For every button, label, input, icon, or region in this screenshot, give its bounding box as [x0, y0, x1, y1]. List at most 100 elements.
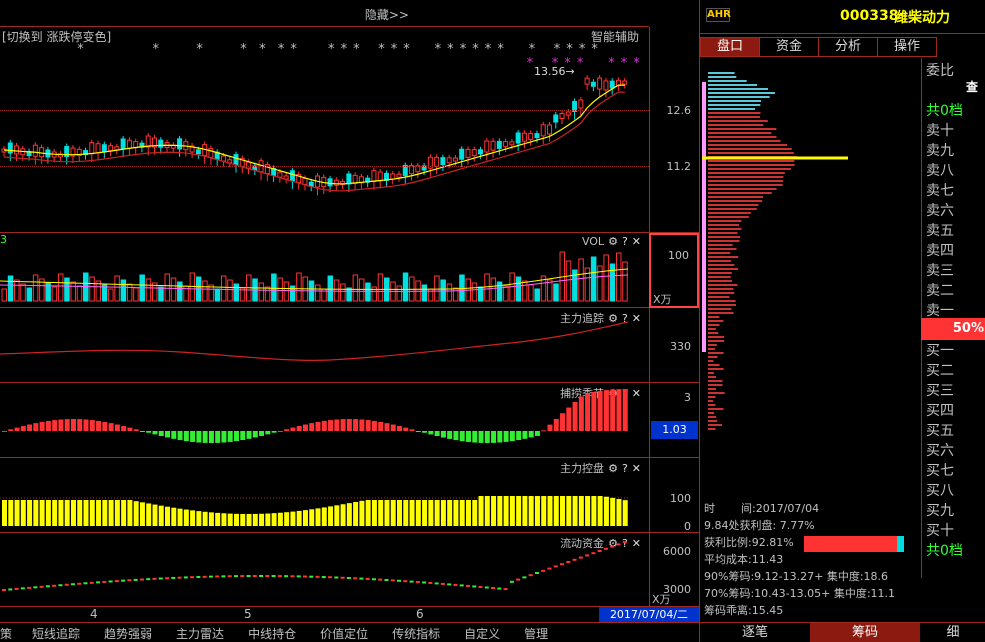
kongpan-bar [247, 514, 252, 526]
liudong-point [341, 577, 345, 579]
candle [591, 79, 595, 91]
volume-bar [453, 288, 458, 301]
volume-bar [284, 282, 289, 301]
tab-short-track[interactable]: 短线追踪 [32, 623, 80, 642]
tab-xi[interactable]: 细 [920, 623, 985, 642]
tab-zhubi[interactable]: 逐笔 [700, 623, 810, 642]
tab-fenxi[interactable]: 分析 [818, 37, 878, 57]
chip-bar [708, 180, 783, 182]
buzhuo-bar [265, 431, 270, 434]
volume-bar [497, 282, 502, 301]
candle [522, 130, 526, 148]
star-mark: * [378, 42, 385, 57]
chip-bar [708, 288, 733, 290]
chip-bar [708, 168, 791, 170]
tab-caozuo[interactable]: 操作 [877, 37, 937, 57]
liudong-point [15, 588, 19, 590]
buzhuo-panel[interactable]: 捕捞季节⚙?✕ [0, 383, 649, 458]
chip-bar [708, 236, 740, 238]
vol-axis: 100 X万 [649, 233, 699, 308]
chip-bar [708, 240, 739, 242]
liudong-point [203, 576, 207, 578]
tab-trend-strength[interactable]: 趋势强弱 [104, 623, 152, 642]
buzhuo-bar [479, 431, 484, 443]
tab-mid-holding[interactable]: 中线持仓 [248, 623, 296, 642]
chip-bar [708, 176, 783, 178]
tab-pankou[interactable]: 盘口 [700, 37, 760, 57]
price-panel[interactable]: [切换到 涨跌停变色] 智能辅助 * * * * * * * * * * * * * * * * * * * * * * *… [0, 27, 649, 233]
kongpan-bar [52, 500, 57, 526]
kongpan-bar [90, 500, 95, 526]
chip-bar [708, 104, 760, 106]
chip-bar [708, 308, 731, 310]
kongpan-bar [610, 498, 615, 526]
liudong-point [96, 581, 100, 583]
buzhuo-bar [497, 431, 502, 442]
candle [115, 144, 119, 155]
buzhuo-bar [228, 431, 233, 442]
kongpan-bar [209, 512, 214, 526]
candle [573, 99, 577, 120]
kongpan-bar [109, 500, 114, 526]
liudong-point [353, 577, 357, 579]
tab-custom[interactable]: 自定义 [464, 623, 500, 642]
buzhuo-bar [341, 419, 346, 431]
chip-bar [708, 140, 781, 142]
volume-bar [566, 261, 571, 301]
tab-manage[interactable]: 管理 [524, 623, 548, 642]
buzhuo-bar [58, 419, 63, 431]
candle [598, 75, 602, 97]
chip-bar [708, 124, 763, 126]
tab-value-position[interactable]: 价值定位 [320, 623, 368, 642]
volume-bar [190, 273, 195, 301]
vol-panel[interactable]: 3 VOL ⚙? ✕ [0, 233, 649, 308]
kongpan-bar [322, 507, 327, 526]
candle [585, 75, 589, 90]
chip-bar [708, 312, 734, 314]
chip-bar [708, 172, 785, 174]
buzhuo-bar [209, 431, 214, 443]
zhuli-kongpan-panel[interactable]: 主力控盘 ⚙? ✕ [0, 458, 649, 533]
candle [203, 142, 207, 165]
liudong-point [447, 583, 451, 585]
chip-bar [708, 232, 738, 234]
buzhuo-bar [347, 419, 352, 431]
kongpan-bar [428, 500, 433, 526]
liudong-point [297, 575, 301, 577]
buzhuo-bar [623, 389, 628, 431]
zhuli-zhuizong-panel[interactable]: 主力追踪 ⚙? ✕ [0, 308, 649, 383]
buzhuo-bar [485, 431, 490, 443]
order-row: 买七 [926, 460, 954, 480]
liudong-point [52, 585, 56, 587]
buzhuo-bar [203, 431, 208, 443]
order-row: 卖五 [926, 220, 954, 240]
tab-zijin[interactable]: 资金 [759, 37, 819, 57]
tab-ce[interactable]: 策 [0, 623, 12, 642]
chip-bar [708, 276, 731, 278]
kongpan-bar [46, 500, 51, 526]
buzhuo-bar [397, 426, 402, 431]
volume-bar [366, 283, 371, 301]
candle [391, 171, 395, 185]
liudong-panel[interactable]: 流动资金 ⚙? ✕ [0, 533, 649, 607]
tab-chouma[interactable]: 筹码 [810, 623, 920, 642]
tab-main-radar[interactable]: 主力雷达 [176, 623, 224, 642]
buzhuo-bar [416, 431, 421, 432]
volume-bar [127, 284, 131, 301]
tab-traditional[interactable]: 传统指标 [392, 623, 440, 642]
liudong-point [253, 575, 257, 577]
buzhuo-bar [610, 389, 615, 431]
order-row: 卖四 [926, 240, 954, 260]
chip-bar [708, 200, 762, 202]
buzhuo-bar [109, 423, 114, 431]
volume-bar [228, 280, 233, 301]
hide-button[interactable]: 隐藏>> [365, 6, 409, 23]
buzhuo-bar [453, 431, 458, 440]
query-label[interactable]: 查 [966, 78, 978, 95]
candle [96, 141, 100, 161]
chip-bar [708, 216, 749, 218]
liudong-point [33, 586, 37, 588]
candle [466, 146, 470, 164]
star-mark: * [529, 42, 536, 57]
order-row: 买四 [926, 400, 954, 420]
